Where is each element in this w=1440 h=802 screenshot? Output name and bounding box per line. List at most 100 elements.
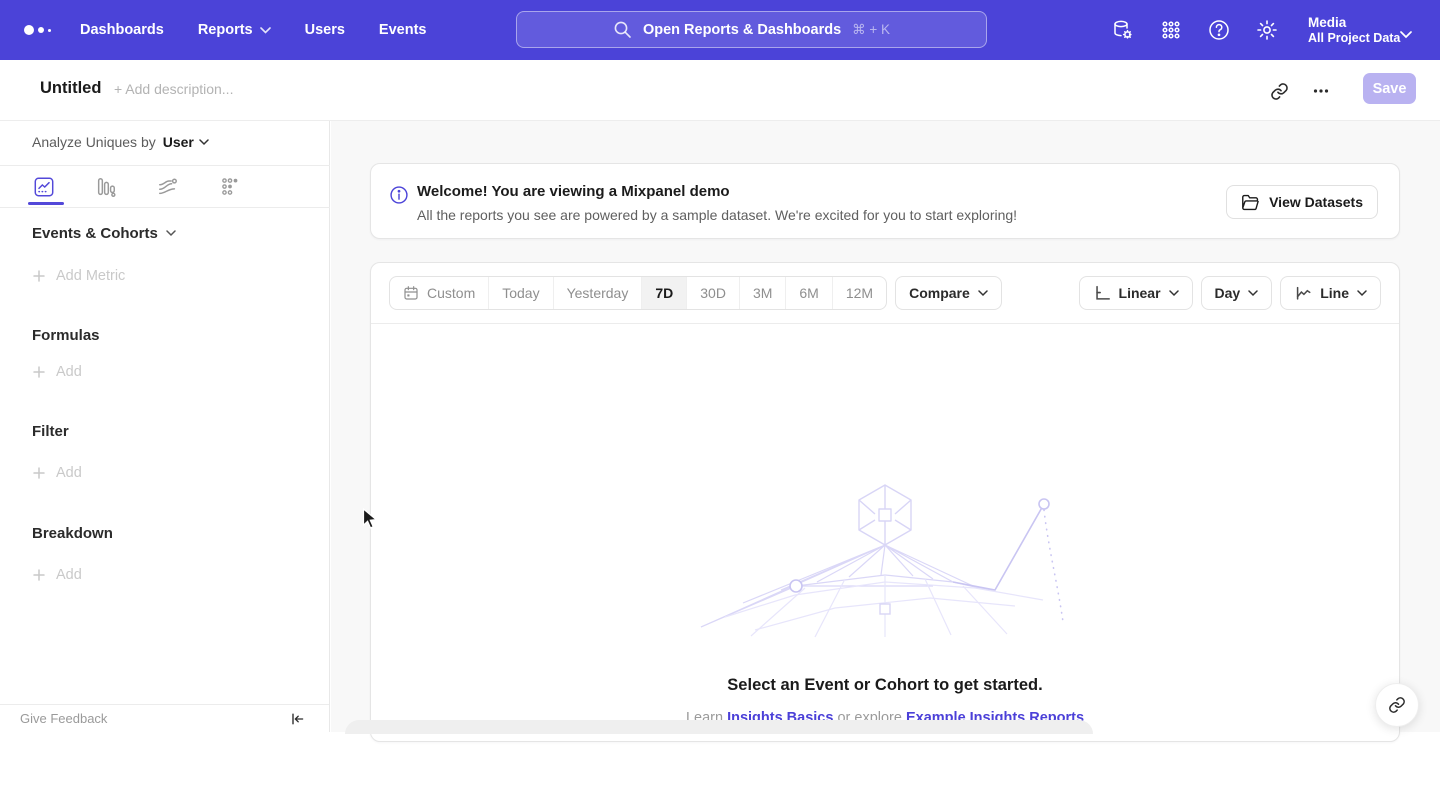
chevron-down-icon [1357, 290, 1367, 297]
insights-chart-card: Custom Today Yesterday 7D 30D 3M 6M 12M … [370, 262, 1400, 742]
mixpanel-logo[interactable] [24, 25, 51, 35]
top-navigation-bar: Dashboards Reports Users Events Open Rep… [0, 0, 1440, 60]
plus-icon [33, 366, 45, 378]
compare-label: Compare [909, 285, 970, 301]
share-link-floating-button[interactable] [1375, 683, 1419, 727]
divider [0, 207, 330, 208]
daterange-30d-label: 30D [700, 285, 726, 301]
daterange-12m[interactable]: 12M [832, 277, 886, 309]
folder-icon [1241, 194, 1260, 211]
apps-grid-icon[interactable] [1158, 17, 1184, 43]
date-range-segmented-control: Custom Today Yesterday 7D 30D 3M 6M 12M [389, 276, 887, 310]
chevron-down-icon [1169, 290, 1179, 297]
daterange-3m[interactable]: 3M [739, 277, 785, 309]
query-builder-sidebar: Analyze Uniques by User [0, 121, 330, 732]
filter-label: Filter [32, 423, 69, 440]
nav-events[interactable]: Events [379, 22, 427, 38]
chart-type-dropdown[interactable]: Line [1280, 276, 1381, 310]
tab-funnels[interactable] [86, 173, 126, 201]
view-datasets-label: View Datasets [1269, 194, 1363, 210]
project-chevron-down-icon[interactable] [1400, 26, 1412, 44]
more-options-icon[interactable] [1308, 78, 1334, 104]
view-datasets-button[interactable]: View Datasets [1226, 185, 1378, 219]
calendar-icon [403, 285, 419, 301]
chevron-down-icon [260, 27, 271, 34]
daterange-6m[interactable]: 6M [785, 277, 831, 309]
add-formula-button[interactable]: Add [33, 364, 82, 380]
tab-retention[interactable] [210, 173, 250, 201]
daterange-custom-label: Custom [427, 285, 475, 301]
daterange-6m-label: 6M [799, 285, 818, 301]
daterange-today[interactable]: Today [488, 277, 552, 309]
tab-flows[interactable] [148, 173, 188, 201]
nav-users[interactable]: Users [305, 22, 345, 38]
data-icon[interactable] [1110, 17, 1136, 43]
interval-dropdown[interactable]: Day [1201, 276, 1273, 310]
global-search-input[interactable]: Open Reports & Dashboards ⌘ + K [516, 11, 987, 48]
copy-link-icon[interactable] [1266, 78, 1292, 104]
analyze-value-label: User [163, 134, 194, 150]
main-nav: Dashboards Reports Users Events [80, 0, 426, 60]
breakdown-section: Breakdown [32, 525, 113, 542]
add-formula-label: Add [56, 364, 82, 380]
divider [0, 165, 330, 166]
events-cohorts-section[interactable]: Events & Cohorts [32, 225, 176, 242]
report-description-placeholder[interactable]: + Add description... [114, 81, 233, 97]
add-breakdown-label: Add [56, 567, 82, 583]
search-shortcut: ⌘ + K [852, 22, 890, 38]
plus-icon [33, 569, 45, 581]
add-metric-button[interactable]: Add Metric [33, 268, 125, 284]
report-title[interactable]: Untitled [40, 79, 101, 98]
topnav-icon-group [1110, 0, 1280, 60]
empty-state-title: Select an Event or Cohort to get started… [371, 676, 1399, 695]
banner-title: Welcome! You are viewing a Mixpanel demo [417, 183, 730, 200]
banner-subtitle: All the reports you see are powered by a… [417, 207, 1017, 223]
give-feedback-link[interactable]: Give Feedback [20, 711, 107, 726]
plus-icon [33, 270, 45, 282]
nav-dashboards[interactable]: Dashboards [80, 22, 164, 38]
daterange-3m-label: 3M [753, 285, 772, 301]
mixpanel-insights-page: Dashboards Reports Users Events Open Rep… [0, 0, 1440, 732]
main-content: Welcome! You are viewing a Mixpanel demo… [331, 121, 1440, 732]
scale-dropdown[interactable]: Linear [1079, 276, 1193, 310]
compare-dropdown[interactable]: Compare [895, 276, 1002, 310]
report-header: Untitled + Add description... Save [0, 60, 1440, 121]
settings-gear-icon[interactable] [1254, 17, 1280, 43]
tab-insights[interactable] [24, 173, 64, 201]
save-button[interactable]: Save [1363, 73, 1416, 104]
help-icon[interactable] [1206, 17, 1232, 43]
chevron-down-icon [199, 139, 209, 146]
nav-reports-label: Reports [198, 22, 253, 38]
add-breakdown-button[interactable]: Add [33, 567, 82, 583]
info-icon [389, 185, 409, 210]
interval-label: Day [1215, 285, 1241, 301]
scale-label: Linear [1119, 285, 1161, 301]
collapse-sidebar-icon[interactable] [289, 711, 305, 727]
daterange-7d[interactable]: 7D [641, 277, 686, 309]
wireframe-illustration [695, 484, 1075, 639]
linear-scale-icon [1093, 284, 1111, 302]
daterange-yesterday[interactable]: Yesterday [553, 277, 642, 309]
plus-icon [33, 467, 45, 479]
line-chart-icon [1294, 284, 1312, 302]
selected-tab-indicator [28, 202, 64, 205]
chart-type-label: Line [1320, 285, 1349, 301]
nav-events-label: Events [379, 22, 427, 38]
daterange-30d[interactable]: 30D [686, 277, 739, 309]
link-icon [1388, 696, 1406, 714]
search-icon [613, 20, 632, 39]
add-filter-button[interactable]: Add [33, 465, 82, 481]
report-type-tabs [24, 173, 250, 201]
add-filter-label: Add [56, 465, 82, 481]
nav-users-label: Users [305, 22, 345, 38]
breakdown-label: Breakdown [32, 525, 113, 542]
chevron-down-icon [978, 290, 988, 297]
daterange-custom[interactable]: Custom [390, 277, 488, 309]
sidebar-footer: Give Feedback [0, 704, 329, 732]
analyze-value-dropdown[interactable]: User [163, 134, 209, 150]
nav-reports[interactable]: Reports [198, 22, 271, 38]
analyze-prefix-label: Analyze Uniques by [32, 134, 156, 150]
daterange-12m-label: 12M [846, 285, 873, 301]
daterange-7d-label: 7D [655, 285, 673, 301]
chart-display-controls: Linear Day Line [1079, 276, 1381, 310]
